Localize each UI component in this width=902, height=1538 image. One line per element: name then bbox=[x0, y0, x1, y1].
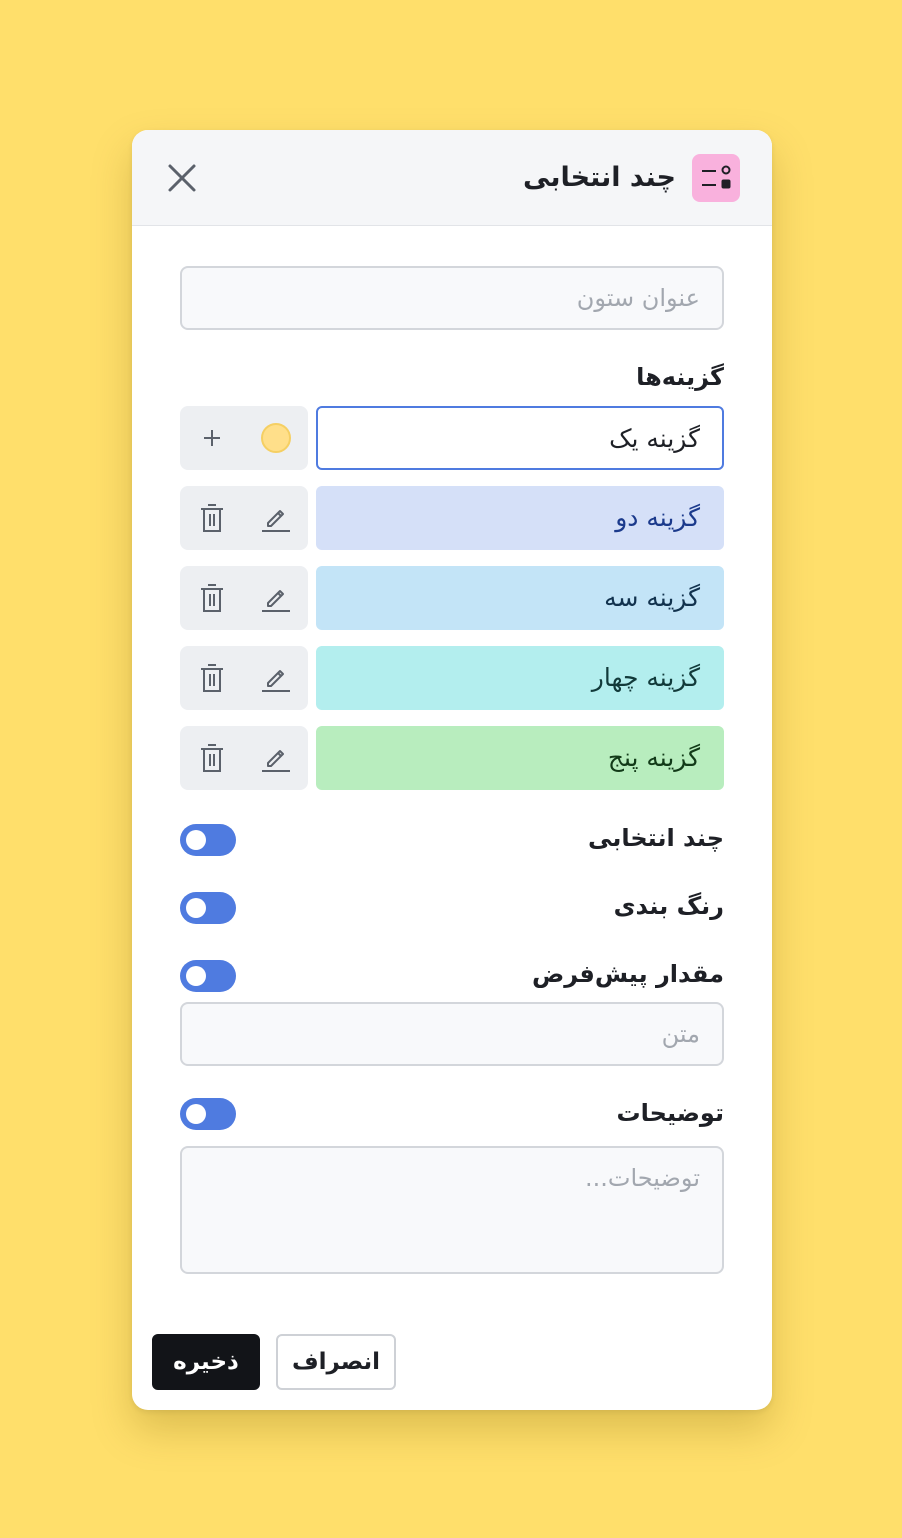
description-textarea[interactable] bbox=[180, 1146, 724, 1274]
option-actions bbox=[180, 486, 308, 550]
delete-option-button[interactable] bbox=[194, 500, 230, 536]
description-toggle[interactable] bbox=[180, 1098, 236, 1130]
close-button[interactable] bbox=[160, 156, 204, 200]
edit-option-button[interactable] bbox=[258, 660, 294, 696]
multi-select-toggle[interactable] bbox=[180, 824, 236, 856]
list-select-icon bbox=[692, 154, 740, 202]
pencil-icon bbox=[262, 750, 290, 772]
new-option-actions bbox=[180, 406, 308, 470]
toggle-knob bbox=[186, 898, 206, 918]
coloring-toggle[interactable] bbox=[180, 892, 236, 924]
options-label: گزینه‌ها bbox=[636, 363, 724, 391]
description-label: توضیحات bbox=[616, 1099, 724, 1127]
option-label[interactable]: گزینه دو bbox=[316, 486, 724, 550]
toggle-knob bbox=[186, 1104, 206, 1124]
trash-icon bbox=[201, 504, 223, 532]
trash-icon bbox=[201, 584, 223, 612]
multi-select-label: چند انتخابی bbox=[588, 824, 724, 852]
save-button[interactable]: ذخیره bbox=[152, 1334, 260, 1390]
option-actions bbox=[180, 726, 308, 790]
color-swatch-button[interactable] bbox=[261, 423, 291, 453]
pencil-icon bbox=[262, 670, 290, 692]
trash-icon bbox=[201, 744, 223, 772]
pencil-icon bbox=[262, 510, 290, 532]
multi-select-column-dialog: چند انتخابی گزینه‌ها گزینه دو گزینه سه گزی… bbox=[132, 130, 772, 1410]
delete-option-button[interactable] bbox=[194, 580, 230, 616]
option-row: گزینه دو bbox=[180, 486, 724, 550]
coloring-label: رنگ بندی bbox=[613, 892, 724, 920]
close-icon bbox=[168, 164, 196, 192]
toggle-knob bbox=[186, 830, 206, 850]
plus-icon bbox=[204, 430, 220, 446]
trash-icon bbox=[201, 664, 223, 692]
edit-option-button[interactable] bbox=[258, 580, 294, 616]
option-label[interactable]: گزینه چهار bbox=[316, 646, 724, 710]
delete-option-button[interactable] bbox=[194, 740, 230, 776]
cancel-button[interactable]: انصراف bbox=[276, 1334, 396, 1390]
option-actions bbox=[180, 646, 308, 710]
default-value-label: مقدار پیش‌فرض bbox=[531, 960, 724, 988]
default-value-toggle[interactable] bbox=[180, 960, 236, 992]
add-option-button[interactable] bbox=[194, 420, 230, 456]
column-title-input[interactable] bbox=[180, 266, 724, 330]
option-row: گزینه سه bbox=[180, 566, 724, 630]
new-option-input[interactable] bbox=[316, 406, 724, 470]
option-row: گزینه پنج bbox=[180, 726, 724, 790]
dialog-header: چند انتخابی bbox=[132, 130, 772, 226]
edit-option-button[interactable] bbox=[258, 740, 294, 776]
option-row: گزینه چهار bbox=[180, 646, 724, 710]
option-label[interactable]: گزینه سه bbox=[316, 566, 724, 630]
pencil-icon bbox=[262, 590, 290, 612]
new-option-row bbox=[180, 406, 724, 470]
option-label[interactable]: گزینه پنج bbox=[316, 726, 724, 790]
delete-option-button[interactable] bbox=[194, 660, 230, 696]
default-value-input[interactable] bbox=[180, 1002, 724, 1066]
toggle-knob bbox=[186, 966, 206, 986]
dialog-title: چند انتخابی bbox=[523, 162, 676, 193]
edit-option-button[interactable] bbox=[258, 500, 294, 536]
option-actions bbox=[180, 566, 308, 630]
